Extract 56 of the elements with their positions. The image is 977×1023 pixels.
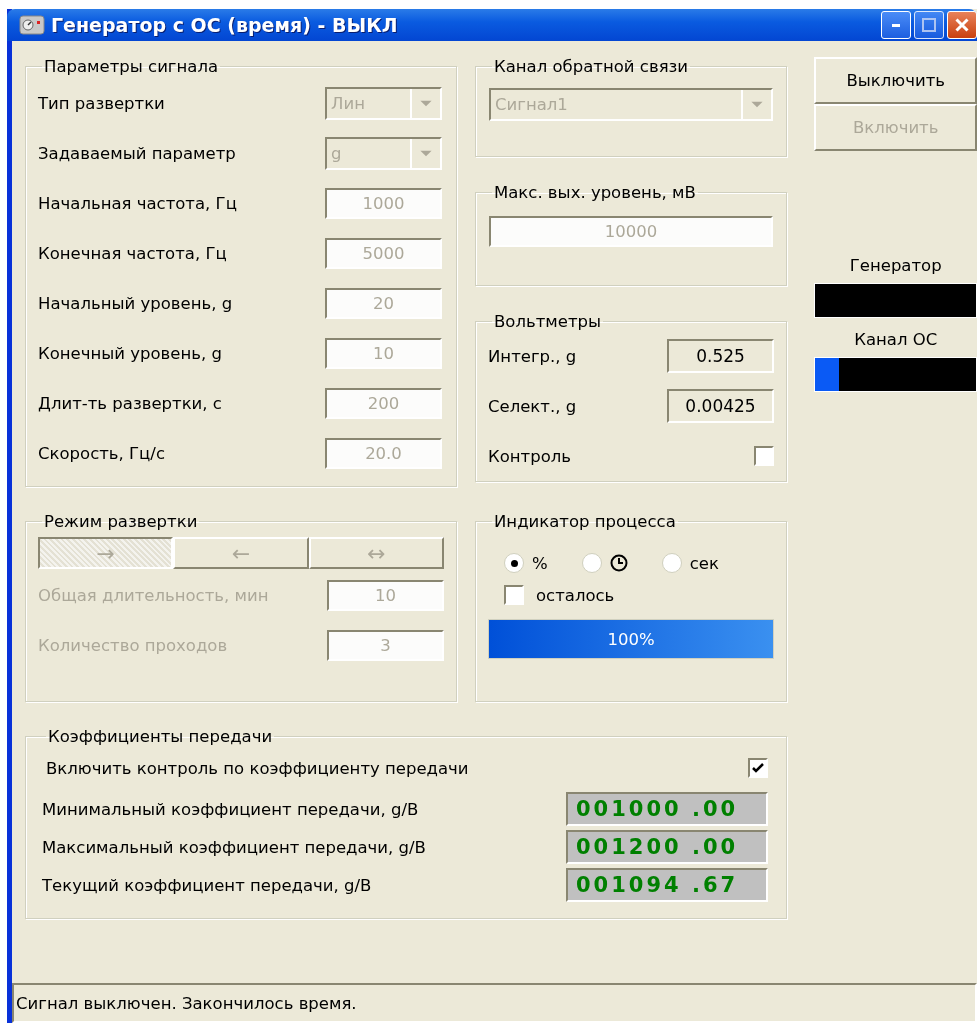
maximize-button[interactable] — [914, 11, 944, 39]
field-label: Конечный уровень, g — [38, 343, 222, 363]
maximize-icon — [922, 18, 936, 32]
mode-toggle[interactable]: ← — [173, 537, 309, 569]
progress-reading: 100% — [606, 628, 656, 651]
check-icon — [751, 761, 765, 775]
coefficient-display: 001000 .00 — [566, 792, 768, 826]
window-title: Генератор с ОС (время) - ВЫКЛ — [51, 14, 398, 36]
meter-label: Генератор — [848, 256, 943, 275]
mode-toggle[interactable]: ↔ — [308, 537, 444, 569]
field-label: Тип развертки — [38, 93, 165, 113]
checkbox[interactable] — [504, 585, 524, 605]
group-title: Вольтметры — [493, 312, 602, 331]
checkbox[interactable] — [754, 446, 774, 466]
minimize-button[interactable] — [881, 11, 911, 39]
radio-label: % — [532, 553, 548, 573]
field-label: Начальная частота, Гц — [38, 193, 237, 213]
coefficient-label: Максимальный коэффициент передачи, g/B — [42, 837, 426, 857]
group-title: Коэффициенты передачи — [47, 727, 274, 746]
field-label: Длит-ть развертки, с — [38, 393, 222, 413]
group-title: Канал обратной связи — [493, 57, 690, 76]
field-label: Общая длительность, мин — [38, 585, 269, 605]
field-label: Скорость, Гц/с — [38, 443, 165, 463]
meter-label: Канал ОС — [853, 330, 939, 349]
radio-button[interactable] — [581, 553, 602, 573]
radio-label: сек — [689, 553, 719, 573]
app-icon — [19, 14, 45, 36]
voltmeter-reading: 0.525 — [667, 339, 774, 373]
radio-button[interactable] — [661, 553, 682, 573]
minimize-icon — [892, 23, 900, 27]
close-icon — [955, 18, 969, 32]
field-label: Количество проходов — [38, 635, 228, 655]
coefficient-label: Текущий коэффициент передачи, g/B — [42, 875, 372, 895]
field-label: Начальный уровень, g — [38, 293, 233, 313]
coefficient-label: Минимальный коэффициент передачи, g/B — [42, 799, 419, 819]
close-button[interactable] — [947, 11, 977, 39]
radio-button[interactable] — [504, 553, 524, 573]
voltmeter-reading: 0.00425 — [667, 389, 774, 423]
checkbox[interactable] — [748, 758, 768, 778]
field-label: Задаваемый параметр — [38, 143, 236, 163]
field-label: Конечная частота, Гц — [38, 243, 227, 263]
group-title: Режим развертки — [43, 512, 199, 531]
clock-icon — [609, 554, 628, 572]
group-title: Параметры сигнала — [43, 57, 220, 76]
checkbox-label: Контроль — [488, 446, 572, 466]
group-title: Макс. вых. уровень, мВ — [493, 183, 697, 202]
coefficient-display: 001200 .00 — [566, 830, 768, 864]
checkbox-label: осталось — [536, 585, 615, 605]
checkbox-label: Включить контроль по коэффициенту передачи — [46, 758, 469, 778]
voltmeter-label: Селект., g — [488, 396, 577, 416]
group-title: Индикатор процесса — [493, 512, 677, 531]
coefficient-display: 001094 .67 — [566, 868, 768, 902]
voltmeter-label: Интегр., g — [488, 346, 577, 366]
status-bar: Сигнал выключен. Закончилось время. — [12, 983, 977, 1023]
action-button[interactable]: Выключить — [814, 57, 977, 104]
mode-toggle[interactable]: → — [38, 537, 174, 569]
